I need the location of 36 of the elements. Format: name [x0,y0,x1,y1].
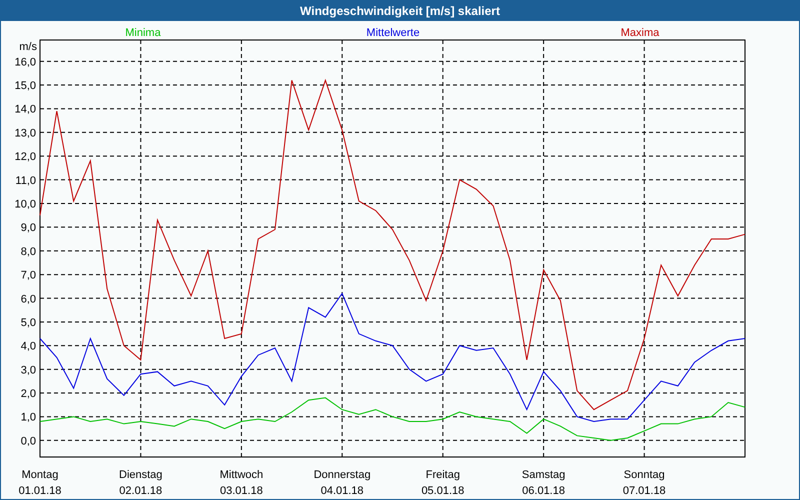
y-tick-label: 10,0 [14,198,36,210]
window-title: Windgeschwindigkeit [m/s] skaliert [299,2,501,20]
date-label: 01.01.18 [18,485,62,497]
y-tick-label: 0,0 [20,435,36,448]
legend-label: Mittelwerte [366,27,420,39]
x-tick-label: Donnerstag [314,469,371,481]
y-tick-label: 7,0 [20,270,36,282]
y-tick-label: 1,0 [20,412,36,424]
y-tick-label: 15,0 [14,80,36,92]
y-tick-label: 16,0 [14,56,36,68]
legend-label: Maxima [620,27,660,39]
x-tick-label: Mittwoch [220,469,264,481]
y-tick-label: 11,0 [15,174,36,187]
date-label: 05.01.18 [421,485,464,497]
date-label: 07.01.18 [622,485,666,497]
x-tick-label: Freitag [426,469,460,481]
axis-label: m/s [19,41,37,53]
x-tick-label: Samstag [522,469,566,481]
y-tick-label: 13,0 [14,127,36,140]
y-tick-label: 9,0 [20,222,36,234]
y-tick-label: 5,0 [20,316,36,329]
y-tick-label: 14,0 [14,104,36,116]
date-label: 06.01.18 [522,485,565,497]
y-tick-label: 8,0 [20,246,36,258]
y-tick-label: 6,0 [20,293,36,306]
x-tick-label: Dienstag [119,469,162,481]
legend-label: Minima [125,27,161,39]
x-tick-label: Montag [22,469,58,481]
y-tick-label: 2,0 [20,388,36,400]
date-label: 02.01.18 [119,485,162,497]
x-tick-label: Sonntag [624,469,665,481]
date-label: 03.01.18 [220,485,263,497]
y-tick-label: 4,0 [20,340,36,353]
date-label: 04.01.18 [320,485,364,497]
y-tick-label: 12,0 [14,151,36,164]
y-tick-label: 3,0 [20,364,36,376]
